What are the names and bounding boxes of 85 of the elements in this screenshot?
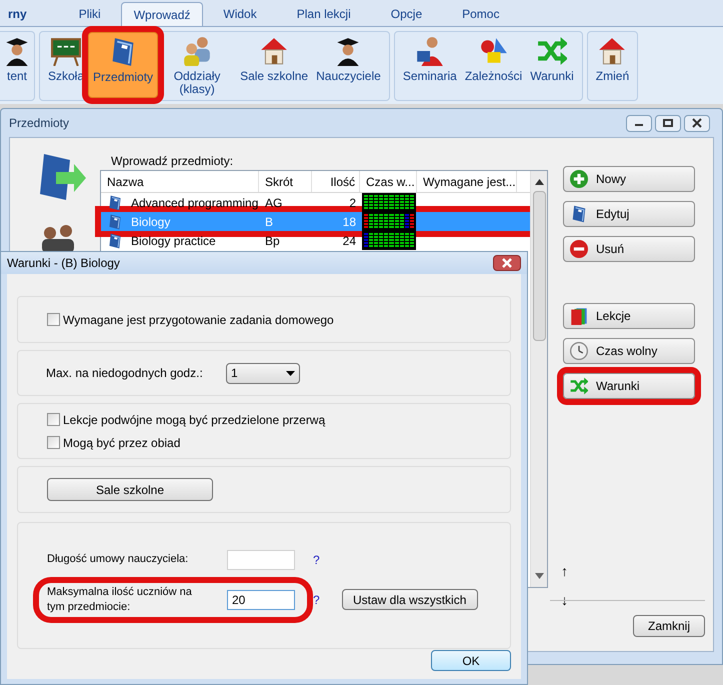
side-button[interactable]: Nowy	[563, 166, 695, 192]
menu-tab[interactable]: Widok	[203, 2, 277, 26]
ribbon-button[interactable]: Oddziały (klasy)	[158, 32, 236, 98]
side-button[interactable]: Edytuj	[563, 201, 695, 227]
column-header[interactable]: Ilość	[312, 171, 360, 192]
checkbox[interactable]	[47, 436, 60, 449]
menu-tab[interactable]: rny	[0, 2, 59, 26]
book-icon	[107, 214, 123, 230]
input-field[interactable]: 20	[227, 590, 295, 610]
time-grid-drawing	[362, 193, 416, 212]
time-grid-drawing	[362, 231, 416, 250]
table-cell-text: B	[264, 214, 274, 230]
ribbon-button[interactable]: Nauczyciele	[312, 32, 385, 98]
apply-to-all-button[interactable]: Ustaw dla wszystkich	[342, 589, 478, 610]
menu-tab[interactable]: Plan lekcji	[276, 2, 371, 26]
side-button[interactable]: Czas wolny	[563, 338, 695, 364]
menu-tab[interactable]: Pliki	[58, 2, 121, 26]
scrollbar[interactable]	[530, 171, 547, 587]
column-header[interactable]: Wymagane jest...	[417, 171, 517, 192]
table-cell-text: AG	[264, 194, 284, 212]
book-icon	[107, 194, 123, 210]
dropdown[interactable]: 1	[226, 362, 300, 384]
plus-icon	[570, 170, 588, 188]
menu-tab[interactable]: Wprowadź	[120, 2, 204, 26]
menu-tab[interactable]: Opcje	[370, 2, 442, 26]
close-icon	[692, 118, 702, 128]
column-header[interactable]: Czas w...	[360, 171, 417, 192]
house-icon	[597, 36, 628, 66]
checkbox[interactable]	[47, 413, 60, 426]
close-button[interactable]	[684, 114, 710, 132]
ribbon-button[interactable]: Zależności	[460, 32, 526, 98]
table-cell-text: Advanced programming	[131, 194, 258, 212]
minus-icon	[570, 240, 588, 258]
shuffle-arrows-icon	[536, 36, 567, 66]
checkbox-label: Mogą być przez obiad	[63, 434, 180, 452]
maximize-button[interactable]	[655, 114, 681, 132]
field-label: Maksymalna ilość uczniów na tym przedmiocie:	[47, 584, 193, 614]
list-label: Wprowadź przedmioty:	[111, 153, 234, 170]
window-title: Przedmioty	[9, 115, 70, 132]
ribbon-button[interactable]: Warunki	[526, 32, 578, 98]
table-cell-text: 2	[348, 194, 357, 212]
move-up-button[interactable]: ↑	[561, 561, 568, 582]
chalkboard-icon	[51, 36, 82, 66]
checkbox-label: Wymagane jest przygotowanie zadania domowego	[63, 312, 334, 328]
presenter-icon	[414, 36, 445, 66]
field-label: Max. na niedogodnych godz.:	[46, 365, 204, 382]
rooms-button[interactable]: Sale szkolne	[47, 478, 213, 501]
colored-cards-icon	[570, 307, 588, 325]
ribbon-button[interactable]: Sale szkolne	[236, 32, 312, 98]
ok-button[interactable]: OK	[431, 650, 511, 671]
side-button[interactable]: Usuń	[563, 236, 695, 262]
time-grid-drawing	[362, 212, 416, 231]
maximize-icon	[663, 118, 673, 128]
table-cell-text: 24	[342, 232, 357, 250]
table-cell-text: 18	[342, 214, 357, 230]
scroll-up-icon[interactable]	[534, 179, 544, 185]
house-icon	[259, 36, 290, 66]
help-link[interactable]: ?	[313, 550, 320, 568]
close-button[interactable]	[493, 255, 521, 271]
minimize-button[interactable]	[626, 114, 652, 132]
table-cell-text: Bp	[264, 232, 281, 250]
scroll-down-icon[interactable]	[534, 573, 544, 579]
clock-icon	[570, 342, 588, 360]
ribbon-button[interactable]: Seminaria	[398, 32, 461, 98]
field-label: Długość umowy nauczyciela:	[47, 552, 190, 567]
shapes-icon	[478, 36, 509, 66]
checkbox-label: Lekcje podwójne mogą być przedzielone przerwą	[63, 412, 326, 428]
book-icon	[107, 232, 123, 248]
book-icon	[570, 205, 588, 223]
help-link[interactable]: ?	[313, 590, 320, 608]
people-icon	[182, 36, 212, 66]
column-header[interactable]: Skrót	[259, 171, 312, 192]
shuffle-arrows-icon	[570, 377, 588, 395]
close-button[interactable]: Zamknij	[633, 615, 705, 637]
table-cell-text: Biology practice	[131, 232, 216, 250]
column-header[interactable]: Nazwa	[101, 171, 259, 192]
checkbox[interactable]	[47, 313, 60, 326]
close-icon	[501, 258, 513, 268]
menu-tab[interactable]: Pomoc	[442, 2, 520, 26]
table-cell-text: Biology	[131, 214, 170, 230]
dropdown-arrow-icon	[286, 370, 295, 376]
input-field[interactable]	[227, 550, 295, 570]
table-row[interactable]: Biology practice Bp 24	[101, 231, 531, 250]
dialog-title: Warunki - (B) Biology	[7, 255, 120, 272]
side-button[interactable]: Lekcje	[563, 303, 695, 329]
